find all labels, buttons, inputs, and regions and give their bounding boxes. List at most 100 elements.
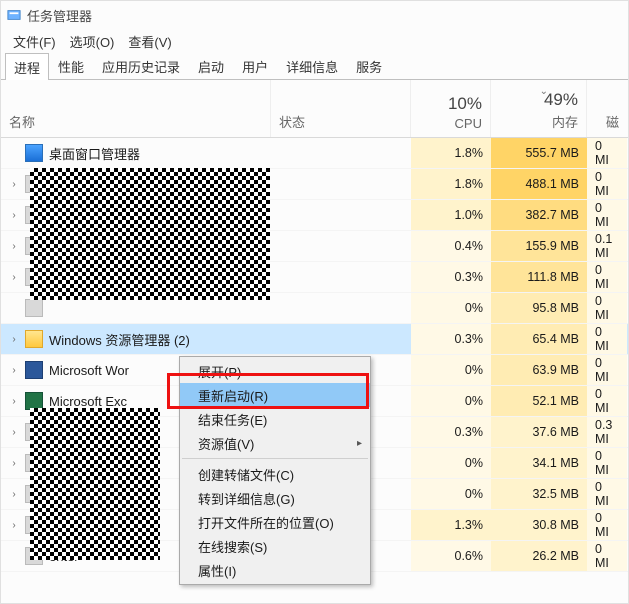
tab-app-history[interactable]: 应用历史记录 <box>93 52 189 79</box>
tab-services[interactable]: 服务 <box>347 52 391 79</box>
generic-icon <box>25 268 43 286</box>
cell-name: › <box>1 262 271 292</box>
col-disk[interactable]: 磁 <box>587 80 627 137</box>
cell-cpu: 0.3% <box>411 324 491 354</box>
generic-icon <box>25 454 43 472</box>
menu-options[interactable]: 选项(O) <box>64 30 121 53</box>
ctx-restart[interactable]: 重新启动(R) <box>180 383 370 407</box>
cell-status <box>271 231 411 261</box>
titlebar: 任务管理器 <box>1 1 628 29</box>
col-name-label: 名称 <box>9 112 35 131</box>
process-row[interactable]: ›1.8%488.1 MB0 MI <box>1 169 628 200</box>
cell-mem: 382.7 MB <box>491 200 587 230</box>
cell-mem: 26.2 MB <box>491 541 587 571</box>
col-status-label: 状态 <box>279 112 305 131</box>
expander-icon[interactable]: › <box>9 365 19 376</box>
excel-icon <box>25 392 43 410</box>
ctx-open-location[interactable]: 打开文件所在的位置(O) <box>180 510 370 534</box>
process-row[interactable]: ›1.0%382.7 MB0 MI <box>1 200 628 231</box>
sort-down-icon: ⌄ <box>540 86 548 97</box>
cell-cpu: 0% <box>411 386 491 416</box>
cell-disk: 0 MI <box>587 324 627 354</box>
process-row[interactable]: ›0.4%155.9 MB0.1 MI <box>1 231 628 262</box>
folder-icon <box>25 330 43 348</box>
cell-cpu: 1.8% <box>411 138 491 168</box>
ctx-search-online[interactable]: 在线搜索(S) <box>180 534 370 558</box>
cell-disk: 0 MI <box>587 355 627 385</box>
tab-performance[interactable]: 性能 <box>49 52 93 79</box>
cell-mem: 37.6 MB <box>491 417 587 447</box>
expander-icon[interactable]: › <box>9 210 19 221</box>
cell-status <box>271 324 411 354</box>
tab-startup[interactable]: 启动 <box>189 52 233 79</box>
col-mem-pct: 49% <box>544 90 578 110</box>
process-name: Microsoft Exc <box>49 394 127 409</box>
ctx-go-details[interactable]: 转到详细信息(G) <box>180 486 370 510</box>
cell-mem: 111.8 MB <box>491 262 587 292</box>
cell-disk: 0 MI <box>587 510 627 540</box>
cell-cpu: 0% <box>411 293 491 323</box>
cell-cpu: 0% <box>411 355 491 385</box>
process-row[interactable]: › Windows 资源管理器 (2) 0.3%65.4 MB0 MI <box>1 324 628 355</box>
cell-name: › <box>1 169 271 199</box>
generic-icon <box>25 299 43 317</box>
col-mem[interactable]: ⌄ 49% 内存 <box>491 80 587 137</box>
menu-file[interactable]: 文件(F) <box>7 30 62 53</box>
expander-icon[interactable]: › <box>9 520 19 531</box>
cell-mem: 32.5 MB <box>491 479 587 509</box>
cell-status <box>271 200 411 230</box>
expander-icon[interactable]: › <box>9 489 19 500</box>
cell-disk: 0 MI <box>587 262 627 292</box>
tab-users[interactable]: 用户 <box>233 52 277 79</box>
ctx-resource-vals[interactable]: 资源值(V) <box>180 431 370 455</box>
cell-disk: 0.1 MI <box>587 231 627 261</box>
ctx-separator <box>182 458 368 459</box>
expander-icon[interactable]: › <box>9 427 19 438</box>
process-name: enter <box>49 549 79 564</box>
cell-mem: 34.1 MB <box>491 448 587 478</box>
ctx-properties[interactable]: 属性(I) <box>180 558 370 582</box>
cell-cpu: 0% <box>411 448 491 478</box>
ctx-expand[interactable]: 展开(P) <box>180 359 370 383</box>
col-cpu[interactable]: 10% CPU <box>411 80 491 137</box>
dwm-icon <box>25 144 43 162</box>
tab-details[interactable]: 详细信息 <box>277 52 347 79</box>
cell-mem: 52.1 MB <box>491 386 587 416</box>
cell-disk: 0 MI <box>587 138 627 168</box>
col-status[interactable]: 状态 <box>271 80 411 137</box>
cell-mem: 30.8 MB <box>491 510 587 540</box>
cell-mem: 63.9 MB <box>491 355 587 385</box>
tab-strip: 进程 性能 应用历史记录 启动 用户 详细信息 服务 <box>1 53 628 80</box>
process-row[interactable]: 0%95.8 MB0 MI <box>1 293 628 324</box>
generic-icon <box>25 547 43 565</box>
cell-disk: 0 MI <box>587 293 627 323</box>
ctx-create-dump[interactable]: 创建转储文件(C) <box>180 462 370 486</box>
word-icon <box>25 361 43 379</box>
expander-icon[interactable]: › <box>9 179 19 190</box>
app-icon <box>7 8 21 22</box>
expander-icon[interactable]: › <box>9 458 19 469</box>
cell-cpu: 1.8% <box>411 169 491 199</box>
expander-icon[interactable]: › <box>9 241 19 252</box>
generic-icon <box>25 423 43 441</box>
expander-icon[interactable]: › <box>9 272 19 283</box>
cell-mem: 65.4 MB <box>491 324 587 354</box>
process-row[interactable]: ›0.3%111.8 MB0 MI <box>1 262 628 293</box>
tab-processes[interactable]: 进程 <box>5 53 49 80</box>
col-name[interactable]: 名称 <box>1 80 271 137</box>
ctx-end-task[interactable]: 结束任务(E) <box>180 407 370 431</box>
expander-icon[interactable]: › <box>9 334 19 345</box>
menu-view[interactable]: 查看(V) <box>122 30 177 53</box>
generic-icon <box>25 206 43 224</box>
process-row[interactable]: 桌面窗口管理器1.8%555.7 MB0 MI <box>1 138 628 169</box>
cell-name: › Windows 资源管理器 (2) <box>1 324 271 354</box>
col-cpu-pct: 10% <box>448 94 482 114</box>
cell-disk: 0.3 MI <box>587 417 627 447</box>
col-disk-label: 磁 <box>606 112 619 131</box>
cell-cpu: 1.0% <box>411 200 491 230</box>
task-manager-window: 任务管理器 文件(F) 选项(O) 查看(V) 进程 性能 应用历史记录 启动 … <box>0 0 629 604</box>
expander-icon[interactable]: › <box>9 396 19 407</box>
process-name: Windows 资源管理器 (2) <box>49 330 190 349</box>
cell-cpu: 0.3% <box>411 417 491 447</box>
cell-status <box>271 138 411 168</box>
